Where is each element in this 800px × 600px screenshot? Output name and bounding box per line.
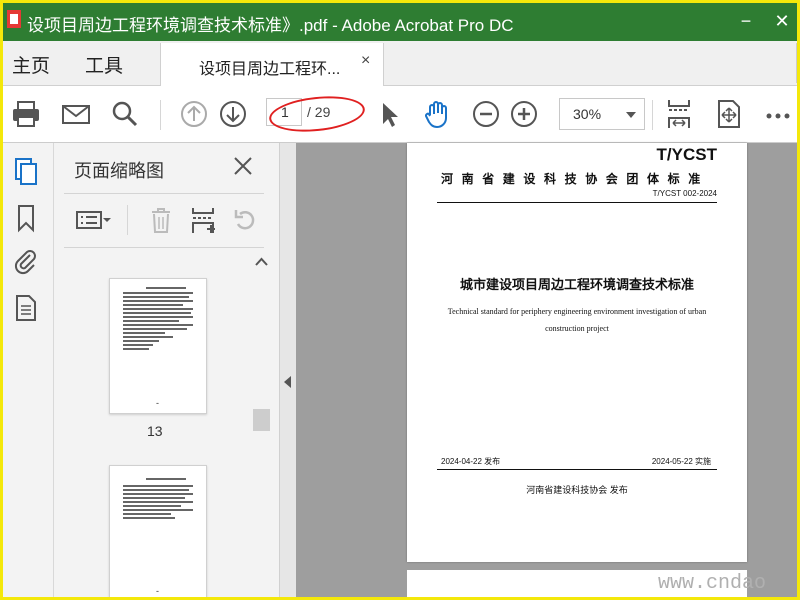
- select-pointer-icon[interactable]: [373, 98, 405, 130]
- tab-document[interactable]: 设项目周边工程环... ×: [160, 43, 384, 86]
- document-title-cn: 城市建设项目周边工程环境调查技术标准: [459, 277, 694, 292]
- attachment-icon[interactable]: [12, 247, 40, 277]
- fit-page-icon[interactable]: [663, 98, 695, 130]
- tab-row-edge: [796, 43, 797, 83]
- hand-icon[interactable]: [421, 98, 453, 130]
- thumbnail-page-number: 13: [147, 423, 163, 439]
- collapse-arrow-icon[interactable]: [284, 376, 291, 388]
- page-down-icon[interactable]: [217, 98, 249, 130]
- chevron-down-icon: [626, 112, 636, 118]
- toolbar: 1 / 29 30%: [3, 86, 797, 143]
- standard-number: T/YCST 002-2024: [652, 189, 717, 198]
- zoom-in-icon[interactable]: [508, 98, 540, 130]
- search-icon[interactable]: [109, 98, 141, 130]
- document-viewport[interactable]: T/YCST 河南省建设科技协会团体标准 T/YCST 002-2024 城市建…: [296, 143, 797, 597]
- thumbnail-page-dash: -: [156, 586, 159, 596]
- window-title: 设项目周边工程环境调查技术标准》.pdf - Adobe Acrobat Pro…: [27, 16, 514, 35]
- zoom-value: 30%: [573, 106, 602, 122]
- page-thumbnails-icon[interactable]: [12, 157, 40, 187]
- panel-divider: [64, 247, 264, 248]
- tab-row: 主页 工具 设项目周边工程环... ×: [3, 41, 797, 86]
- left-icon-rail: [3, 143, 54, 597]
- implement-date: 2024-05-22 实施: [651, 457, 711, 466]
- email-icon[interactable]: [60, 98, 92, 130]
- toolbar-divider: [160, 100, 161, 130]
- acrobat-app-icon: [7, 10, 21, 28]
- standard-code: T/YCST: [656, 145, 717, 164]
- page-up-icon[interactable]: [178, 98, 210, 130]
- thumbnail-options-icon[interactable]: [74, 205, 111, 235]
- publisher: 河南省建设科技协会 发布: [526, 485, 628, 495]
- thumbnail-panel: 页面缩略图 - 13 -: [54, 143, 279, 597]
- document-title-en: Technical standard for periphery enginee…: [447, 307, 707, 333]
- association-name: 河南省建设科技协会团体标准: [441, 172, 709, 186]
- footer-rule: [437, 469, 717, 470]
- bookmark-icon[interactable]: [12, 203, 40, 233]
- scrollbar-thumb[interactable]: [253, 409, 270, 431]
- title-bar: 设项目周边工程环境调查技术标准》.pdf - Adobe Acrobat Pro…: [3, 3, 797, 41]
- watermark-text: www.cndao: [658, 572, 767, 595]
- publish-date: 2024-04-22 发布: [441, 457, 501, 466]
- panel-divider: [64, 193, 264, 194]
- document-properties-icon[interactable]: [12, 293, 40, 323]
- toolbar-divider: [652, 100, 653, 130]
- panel-collapse-splitter[interactable]: [279, 143, 297, 597]
- tab-home[interactable]: 主页: [12, 51, 50, 78]
- more-icon[interactable]: [763, 98, 795, 130]
- delete-page-icon[interactable]: [146, 205, 176, 235]
- scroll-mode-icon[interactable]: [713, 98, 745, 130]
- rotate-page-icon[interactable]: [230, 205, 260, 235]
- page-total-label: / 29: [307, 104, 331, 120]
- panel-title: 页面缩略图: [74, 161, 164, 181]
- close-icon[interactable]: [232, 155, 254, 177]
- chevron-up-icon[interactable]: [255, 257, 268, 267]
- thumbnail-page-next[interactable]: -: [109, 465, 207, 597]
- insert-page-icon[interactable]: [188, 205, 218, 235]
- tab-document-label: 设项目周边工程环...: [199, 61, 341, 78]
- panel-toolbar-divider: [127, 205, 128, 235]
- minimize-button[interactable]: −: [733, 9, 759, 33]
- zoom-out-icon[interactable]: [470, 98, 502, 130]
- header-rule: [437, 202, 717, 203]
- thumbnail-page-13[interactable]: -: [109, 278, 207, 414]
- page-number-input[interactable]: 1: [266, 98, 302, 126]
- zoom-select[interactable]: 30%: [559, 98, 645, 130]
- thumbnail-page-dash: -: [156, 398, 159, 408]
- thumbnail-scrollbar[interactable]: [253, 255, 270, 597]
- app-frame: 设项目周边工程环境调查技术标准》.pdf - Adobe Acrobat Pro…: [0, 0, 800, 600]
- document-page: T/YCST 河南省建设科技协会团体标准 T/YCST 002-2024 城市建…: [407, 143, 747, 562]
- tab-tools[interactable]: 工具: [85, 51, 123, 78]
- close-window-button[interactable]: ✕: [769, 9, 795, 33]
- tab-close-button[interactable]: ×: [361, 52, 370, 70]
- print-icon[interactable]: [10, 98, 42, 130]
